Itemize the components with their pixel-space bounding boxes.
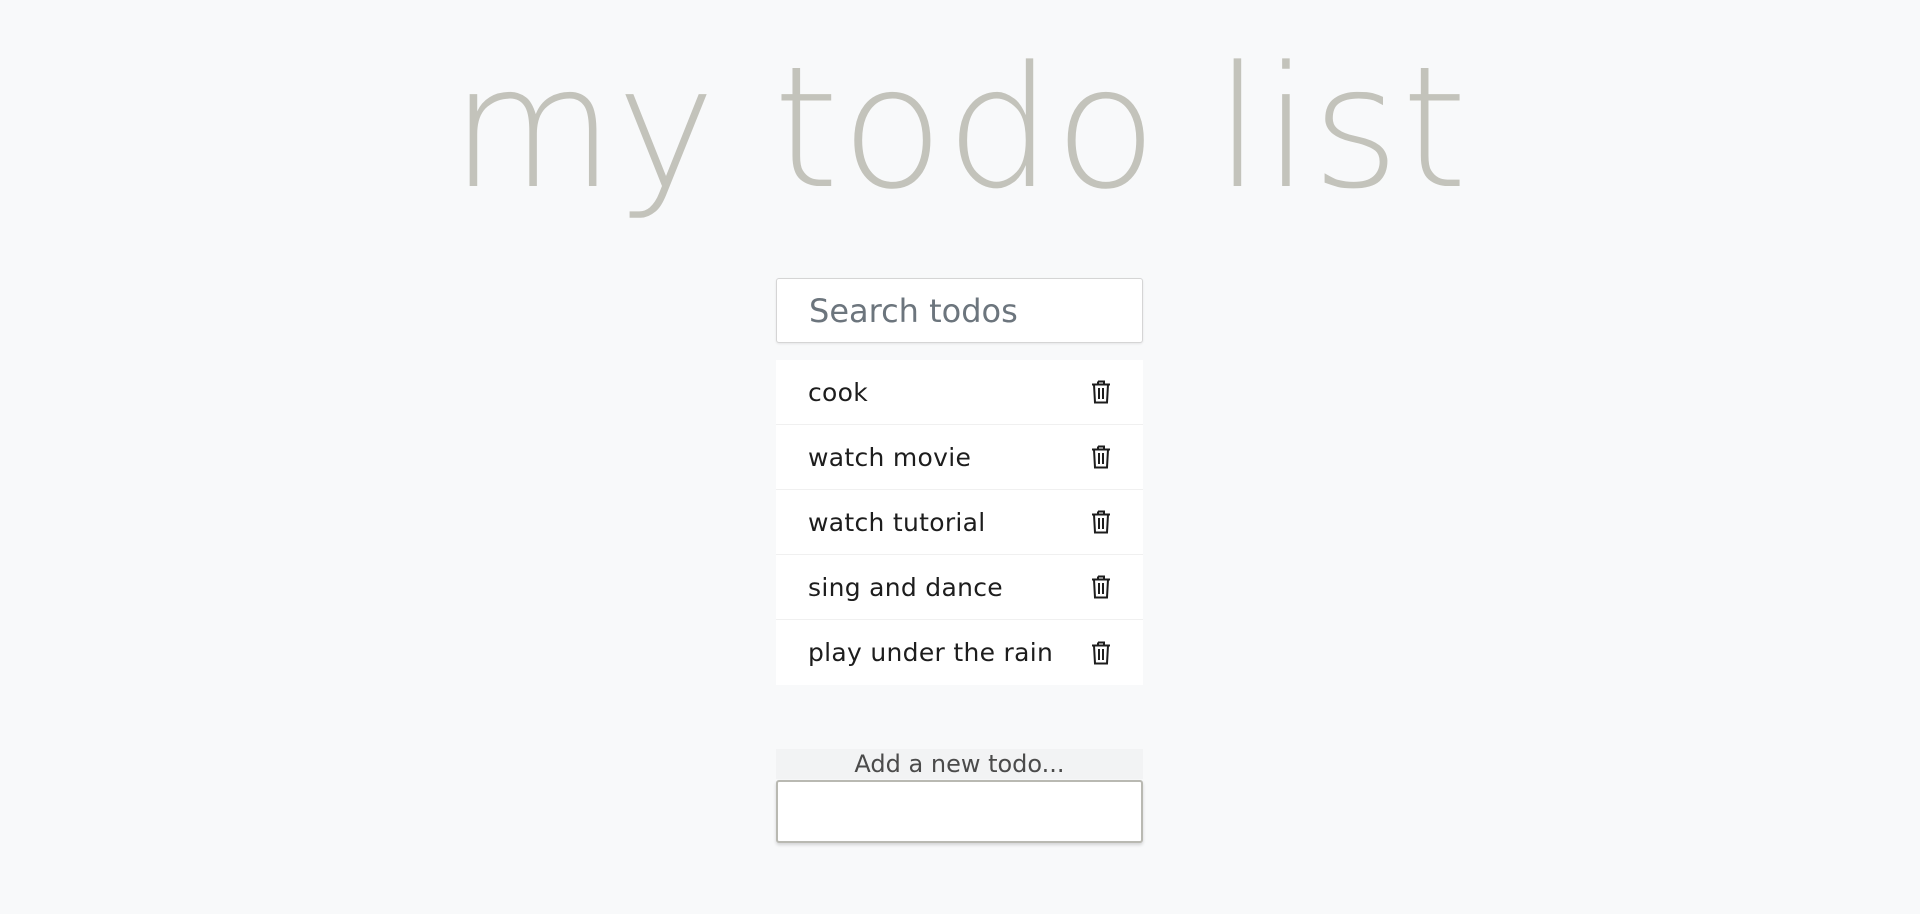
- todo-text: play under the rain: [808, 638, 1054, 667]
- add-todo-input[interactable]: [778, 782, 1141, 841]
- trash-icon[interactable]: [1089, 378, 1113, 406]
- todo-app: my todo list cook watch movie: [0, 0, 1920, 914]
- todo-text: cook: [808, 377, 869, 407]
- add-todo-box[interactable]: [776, 780, 1143, 843]
- trash-icon[interactable]: [1089, 639, 1113, 667]
- list-item: watch movie: [776, 425, 1143, 490]
- list-item: play under the rain: [776, 620, 1143, 685]
- trash-icon[interactable]: [1089, 508, 1113, 536]
- todo-text: watch tutorial: [808, 507, 986, 537]
- add-todo-label: Add a new todo...: [776, 749, 1143, 779]
- list-item: watch tutorial: [776, 490, 1143, 555]
- todo-text: watch movie: [808, 442, 972, 472]
- trash-icon[interactable]: [1089, 443, 1113, 471]
- todo-text: sing and dance: [808, 572, 1003, 602]
- search-box[interactable]: [776, 278, 1143, 343]
- page-title: my todo list: [450, 30, 1470, 226]
- todo-list: cook watch movie watch tutorial sing and…: [776, 360, 1143, 685]
- search-input[interactable]: [777, 279, 1142, 342]
- trash-icon[interactable]: [1089, 573, 1113, 601]
- list-item: cook: [776, 360, 1143, 425]
- list-item: sing and dance: [776, 555, 1143, 620]
